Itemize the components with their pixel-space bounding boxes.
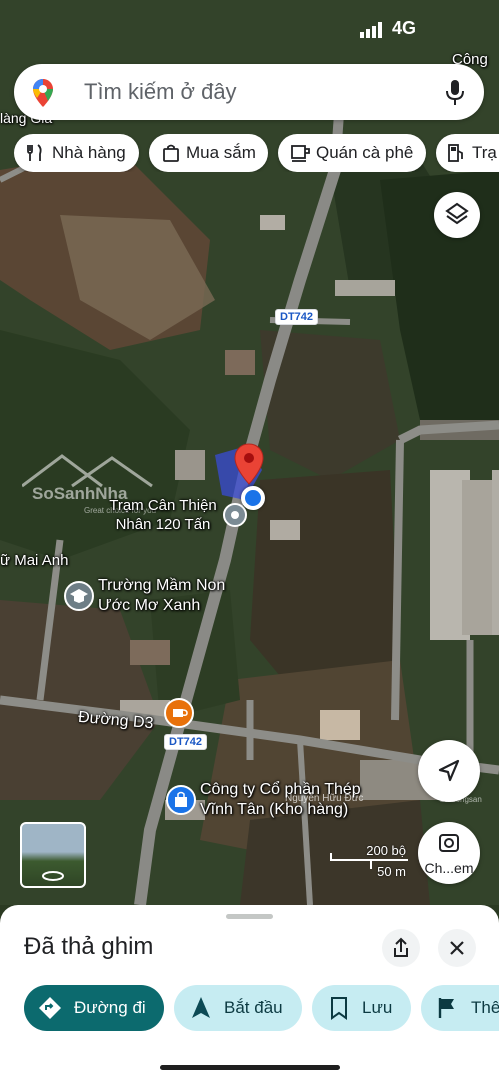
start-label: Bắt đầu: [224, 998, 283, 1017]
search-input[interactable]: Tìm kiếm ở đây: [84, 79, 237, 105]
directions-label: Đường đi: [74, 998, 146, 1017]
rotate-360-icon: [42, 871, 64, 881]
navigation-arrow-icon: [438, 759, 460, 782]
restaurant-icon: [27, 144, 42, 161]
map-label-left-edge[interactable]: ữ Mai Anh: [0, 551, 68, 571]
road-tag-dt742-north: DT742: [275, 309, 319, 325]
search-this-area-button[interactable]: Ch...em: [418, 822, 480, 884]
microphone-icon[interactable]: [444, 79, 466, 107]
label-button-label: Thê: [471, 998, 499, 1017]
bottom-sheet[interactable]: Đã thả ghim Đường đi Bắt đầu Lưu Thê: [0, 905, 499, 1080]
label-button[interactable]: Thê: [421, 985, 499, 1031]
school-marker[interactable]: [64, 581, 94, 611]
street-label-nguyen-huu-duc: Nguyễn Hữu Đức: [285, 793, 364, 804]
shopping-bag-icon: [175, 791, 187, 807]
street-view-thumbnail[interactable]: [20, 822, 86, 888]
layers-button[interactable]: [434, 192, 480, 238]
bookmark-icon: [331, 997, 347, 1020]
signal-icon: [360, 22, 386, 38]
chip-shopping[interactable]: Mua sắm: [149, 134, 268, 172]
save-button[interactable]: Lưu: [312, 985, 411, 1031]
graduation-cap-icon: [70, 589, 88, 603]
layers-icon: [445, 202, 469, 225]
current-location-dot[interactable]: [241, 486, 265, 510]
chip-label: Mua sắm: [186, 143, 256, 162]
dropped-pin-icon[interactable]: [233, 442, 265, 486]
weigh-station-label[interactable]: Trạm Cân Thiện Nhân 120 Tấn: [104, 496, 222, 534]
navigation-arrow-icon: [192, 997, 210, 1018]
close-icon: [450, 941, 464, 955]
chip-label: Quán cà phê: [316, 143, 414, 162]
house-logo-icon: [22, 454, 153, 488]
company-marker[interactable]: [166, 785, 196, 815]
sheet-title: Đã thả ghim: [24, 933, 154, 960]
coffee-icon: [173, 709, 188, 717]
share-icon: [394, 937, 408, 957]
search-bar[interactable]: Tìm kiếm ở đây: [14, 64, 484, 120]
flag-icon: [438, 998, 454, 1018]
road-tag-dt742-south: DT742: [164, 734, 208, 750]
chip-gas[interactable]: Trạ: [436, 134, 499, 172]
chip-label: Nhà hàng: [52, 143, 126, 162]
save-label: Lưu: [362, 998, 393, 1017]
status-bar: 4G: [0, 0, 499, 56]
home-indicator: [160, 1065, 340, 1070]
scale-metric: 50 m: [377, 864, 406, 879]
map-scale: 200 bộ 50 m: [330, 843, 410, 879]
network-type: 4G: [392, 18, 417, 38]
google-maps-pin-icon: [32, 78, 54, 108]
shopping-bag-icon: [163, 144, 179, 162]
close-button[interactable]: [438, 929, 476, 967]
search-this-area-label: Ch...em: [424, 860, 474, 876]
weigh-station-marker[interactable]: [223, 503, 247, 527]
chip-label: Trạ: [472, 143, 497, 162]
share-button[interactable]: [382, 929, 420, 967]
gas-station-icon: [448, 144, 463, 162]
sheet-drag-handle[interactable]: [226, 914, 273, 919]
start-button[interactable]: Bắt đầu: [174, 985, 302, 1031]
directions-icon: [39, 997, 61, 1019]
my-location-button[interactable]: [418, 740, 480, 802]
directions-button[interactable]: Đường đi: [24, 985, 164, 1031]
scale-imperial: 200 bộ: [366, 843, 406, 858]
place-icon: [231, 511, 239, 519]
chip-restaurants[interactable]: Nhà hàng: [14, 134, 139, 172]
coffee-cup-icon: [291, 145, 310, 162]
chip-coffee[interactable]: Quán cà phê: [278, 134, 426, 172]
school-label[interactable]: Trường Mầm Non Ước Mơ Xanh: [98, 576, 238, 616]
category-chips: Nhà hàng Mua sắm Quán cà phê Trạ: [14, 134, 499, 172]
coffee-marker[interactable]: [164, 698, 194, 728]
